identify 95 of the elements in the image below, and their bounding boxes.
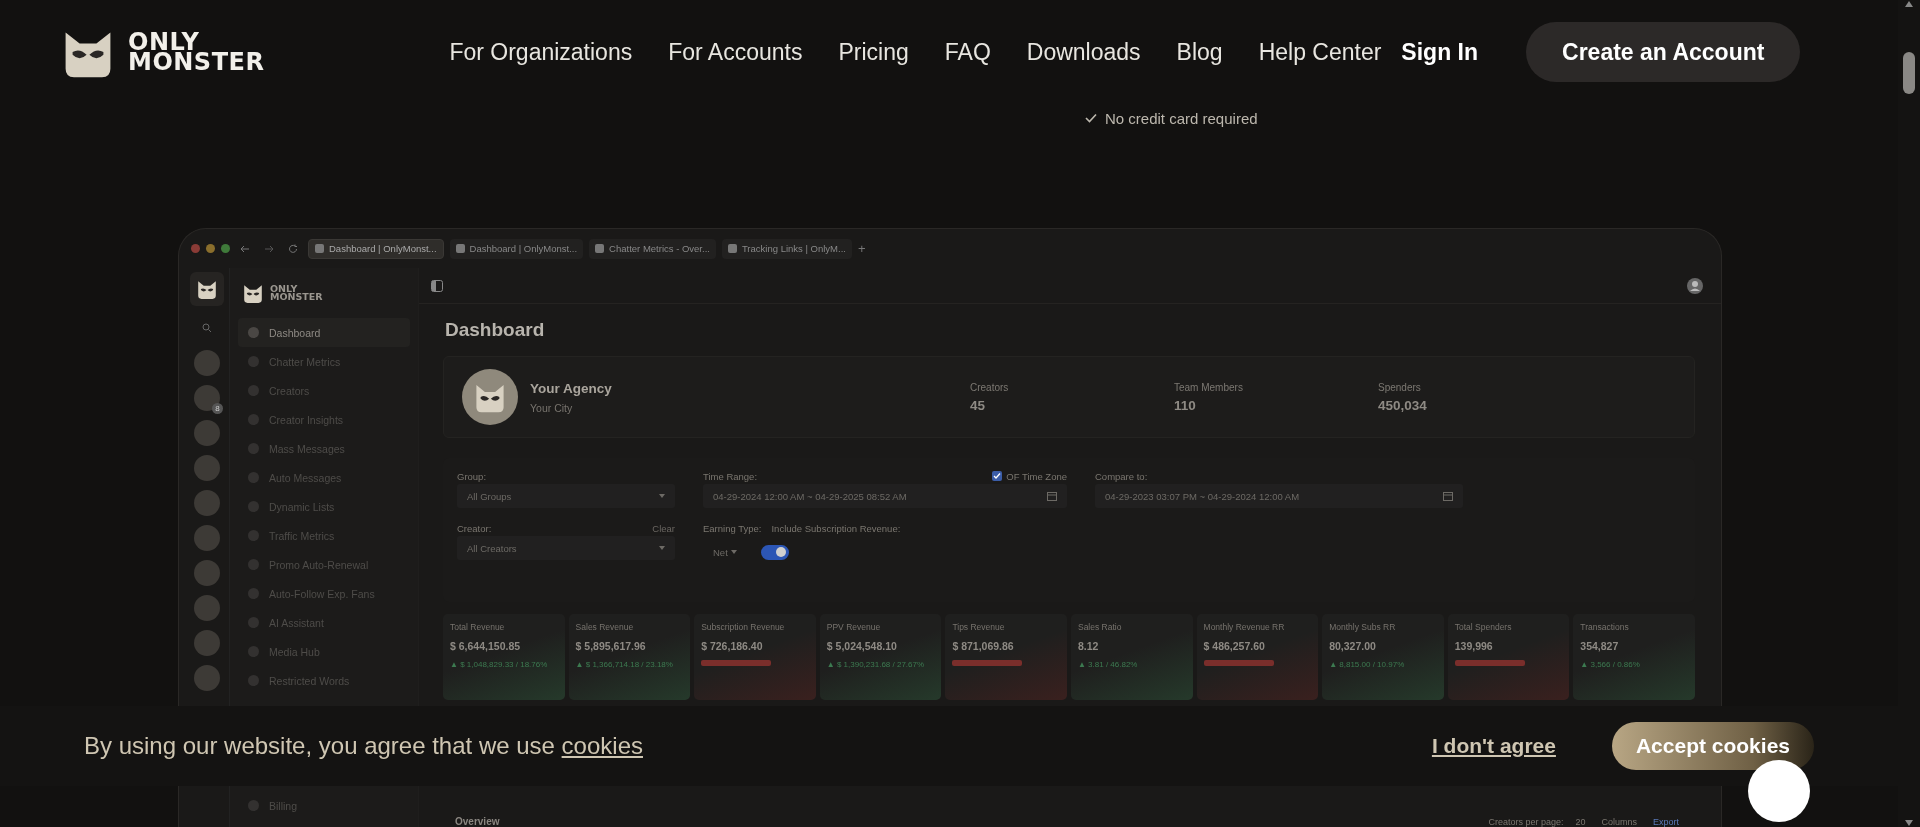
field-label: Group: xyxy=(457,469,488,484)
create-account-button[interactable]: Create an Account xyxy=(1526,22,1801,82)
nav-link[interactable]: Pricing xyxy=(838,38,909,66)
per-page-select[interactable]: 20 xyxy=(1571,816,1590,827)
nav-link[interactable]: For Organizations xyxy=(449,38,633,66)
accept-cookies-button[interactable]: Accept cookies xyxy=(1611,722,1814,770)
no-credit-card-note: No credit card required xyxy=(1105,109,1258,127)
search-icon[interactable] xyxy=(202,323,212,333)
field-label: Earning Type: xyxy=(703,521,762,536)
field-label: Compare to: xyxy=(1095,469,1149,484)
clear-link[interactable]: Clear xyxy=(652,522,675,534)
stat-value: 45 xyxy=(970,397,987,413)
metric-label: Total Revenue xyxy=(450,622,506,632)
metric-label: Sales Revenue xyxy=(575,622,635,632)
scroll-down-icon[interactable] xyxy=(1904,819,1914,827)
new-tab-button[interactable]: + xyxy=(857,241,866,256)
metric-value: 80,327.00 xyxy=(1329,640,1377,652)
earning-type-select[interactable]: Net xyxy=(703,540,747,564)
browser-tab[interactable]: Chatter Metrics - Over... xyxy=(589,238,716,259)
agency-city: Your City xyxy=(530,401,574,414)
cookie-message: By using our website, you agree that we use cookies xyxy=(84,732,644,760)
stat-value: 110 xyxy=(1174,397,1197,413)
field-label: Time Range: xyxy=(703,470,758,482)
logo-text[interactable]: ONLY MONSTER xyxy=(128,32,265,72)
brand-text: ONLY MONSTER xyxy=(270,285,323,301)
metric-label: Transactions xyxy=(1580,622,1630,632)
export-button[interactable]: Export xyxy=(1649,816,1683,827)
calendar-icon[interactable] xyxy=(1443,491,1453,501)
sign-in-link[interactable]: Sign In xyxy=(1401,38,1479,66)
date-range-field[interactable]: 04-29-2024 12:00 AM ~ 04-29-2025 08:52 AM xyxy=(703,484,1067,508)
metric-label: Subscription Revenue xyxy=(701,622,786,632)
scroll-up-icon[interactable] xyxy=(1904,0,1914,8)
metric-value: $ 5,024,548.10 xyxy=(826,640,898,652)
metric-label: PPV Revenue xyxy=(826,622,882,632)
browser-tab[interactable]: Dashboard | OnlyMonst... xyxy=(308,238,444,259)
forward-arrow-icon[interactable] xyxy=(264,243,274,254)
stat-value: 450,034 xyxy=(1378,397,1428,413)
nav-link[interactable]: FAQ xyxy=(944,38,991,66)
cookies-link[interactable]: cookies xyxy=(561,732,643,759)
user-avatar-icon[interactable] xyxy=(1687,277,1703,294)
toggle-switch[interactable] xyxy=(761,544,789,560)
calendar-icon[interactable] xyxy=(1047,491,1057,501)
metric-value: 354,827 xyxy=(1580,640,1620,652)
checkbox-label: OF Time Zone xyxy=(1006,470,1067,482)
field-label: Creator: xyxy=(457,522,492,534)
metric-value: $ 871,069.86 xyxy=(952,640,1015,652)
creator-avatar[interactable]: 8 xyxy=(194,385,220,411)
minimize-dot-icon xyxy=(206,244,215,253)
browser-tab[interactable]: Tracking Links | OnlyM... xyxy=(721,238,852,259)
stat-label: Creators xyxy=(970,381,1010,393)
metric-label: Total Spenders xyxy=(1454,622,1513,632)
reload-icon[interactable] xyxy=(288,243,298,254)
maximize-dot-icon xyxy=(221,244,230,253)
count-badge: 8 xyxy=(212,403,223,414)
nav-link[interactable]: Blog xyxy=(1176,38,1223,66)
metric-value: $ 486,257.60 xyxy=(1203,640,1266,652)
metric-label: Monthly Revenue RR xyxy=(1203,622,1286,632)
sidebar-toggle-icon[interactable] xyxy=(431,279,443,292)
metric-value: $ 5,895,617.96 xyxy=(575,640,647,652)
metric-change: ▲ 3.81 / 46.82% xyxy=(1077,660,1139,669)
metric-change: ▲ $ 1,390,231.68 / 27.67% xyxy=(826,660,926,669)
decline-button[interactable]: I don't agree xyxy=(1425,733,1562,759)
metric-value: $ 6,644,150.85 xyxy=(450,640,522,652)
agency-name: Your Agency xyxy=(530,380,613,396)
field-label: Include Subscription Revenue: xyxy=(771,521,901,536)
group-select[interactable]: All Groups xyxy=(457,484,675,508)
metric-change: ▲ 8,815.00 / 10.97% xyxy=(1329,660,1406,669)
cat-avatar-tile[interactable] xyxy=(190,272,224,306)
nav-link[interactable]: For Accounts xyxy=(668,38,803,66)
page-title: Dashboard xyxy=(444,318,546,342)
checkbox[interactable] xyxy=(992,471,1003,481)
scrollbar-thumb[interactable] xyxy=(1903,52,1915,94)
metric-value: $ 726,186.40 xyxy=(701,640,764,652)
metric-value: 139,996 xyxy=(1454,640,1494,652)
browser-tab[interactable]: Dashboard | OnlyMonst... xyxy=(449,238,584,259)
columns-button[interactable]: Columns xyxy=(1597,816,1641,827)
close-dot-icon xyxy=(191,244,200,253)
stat-label: Spenders xyxy=(1378,381,1422,393)
checkmark-icon xyxy=(1085,113,1097,123)
date-range-field[interactable]: 04-29-2023 03:07 PM ~ 04-29-2024 12:00 AM xyxy=(1095,484,1463,508)
metric-change: ▲ $ 1,048,829.33 / 18.76% xyxy=(450,660,549,669)
section-title: Overview xyxy=(455,816,501,827)
metric-label: Tips Revenue xyxy=(952,622,1006,632)
metric-label: Monthly Subs RR xyxy=(1329,622,1397,632)
stat-label: Team Members xyxy=(1174,381,1244,393)
metric-change: ▲ $ 1,366,714.18 / 23.18% xyxy=(575,660,674,669)
nav-link[interactable]: Help Center xyxy=(1258,38,1382,66)
creator-select[interactable]: All Creators xyxy=(457,536,675,560)
back-arrow-icon[interactable] xyxy=(240,243,250,254)
metric-change: ▲ 3,566 / 0.86% xyxy=(1580,660,1641,669)
per-page-label: Creators per page: xyxy=(1488,816,1564,827)
sidebar-item[interactable]: Dashboard xyxy=(238,318,410,347)
metric-value: 8.12 xyxy=(1077,640,1100,652)
metric-label: Sales Ratio xyxy=(1077,622,1123,632)
nav-link[interactable]: Downloads xyxy=(1026,38,1141,66)
